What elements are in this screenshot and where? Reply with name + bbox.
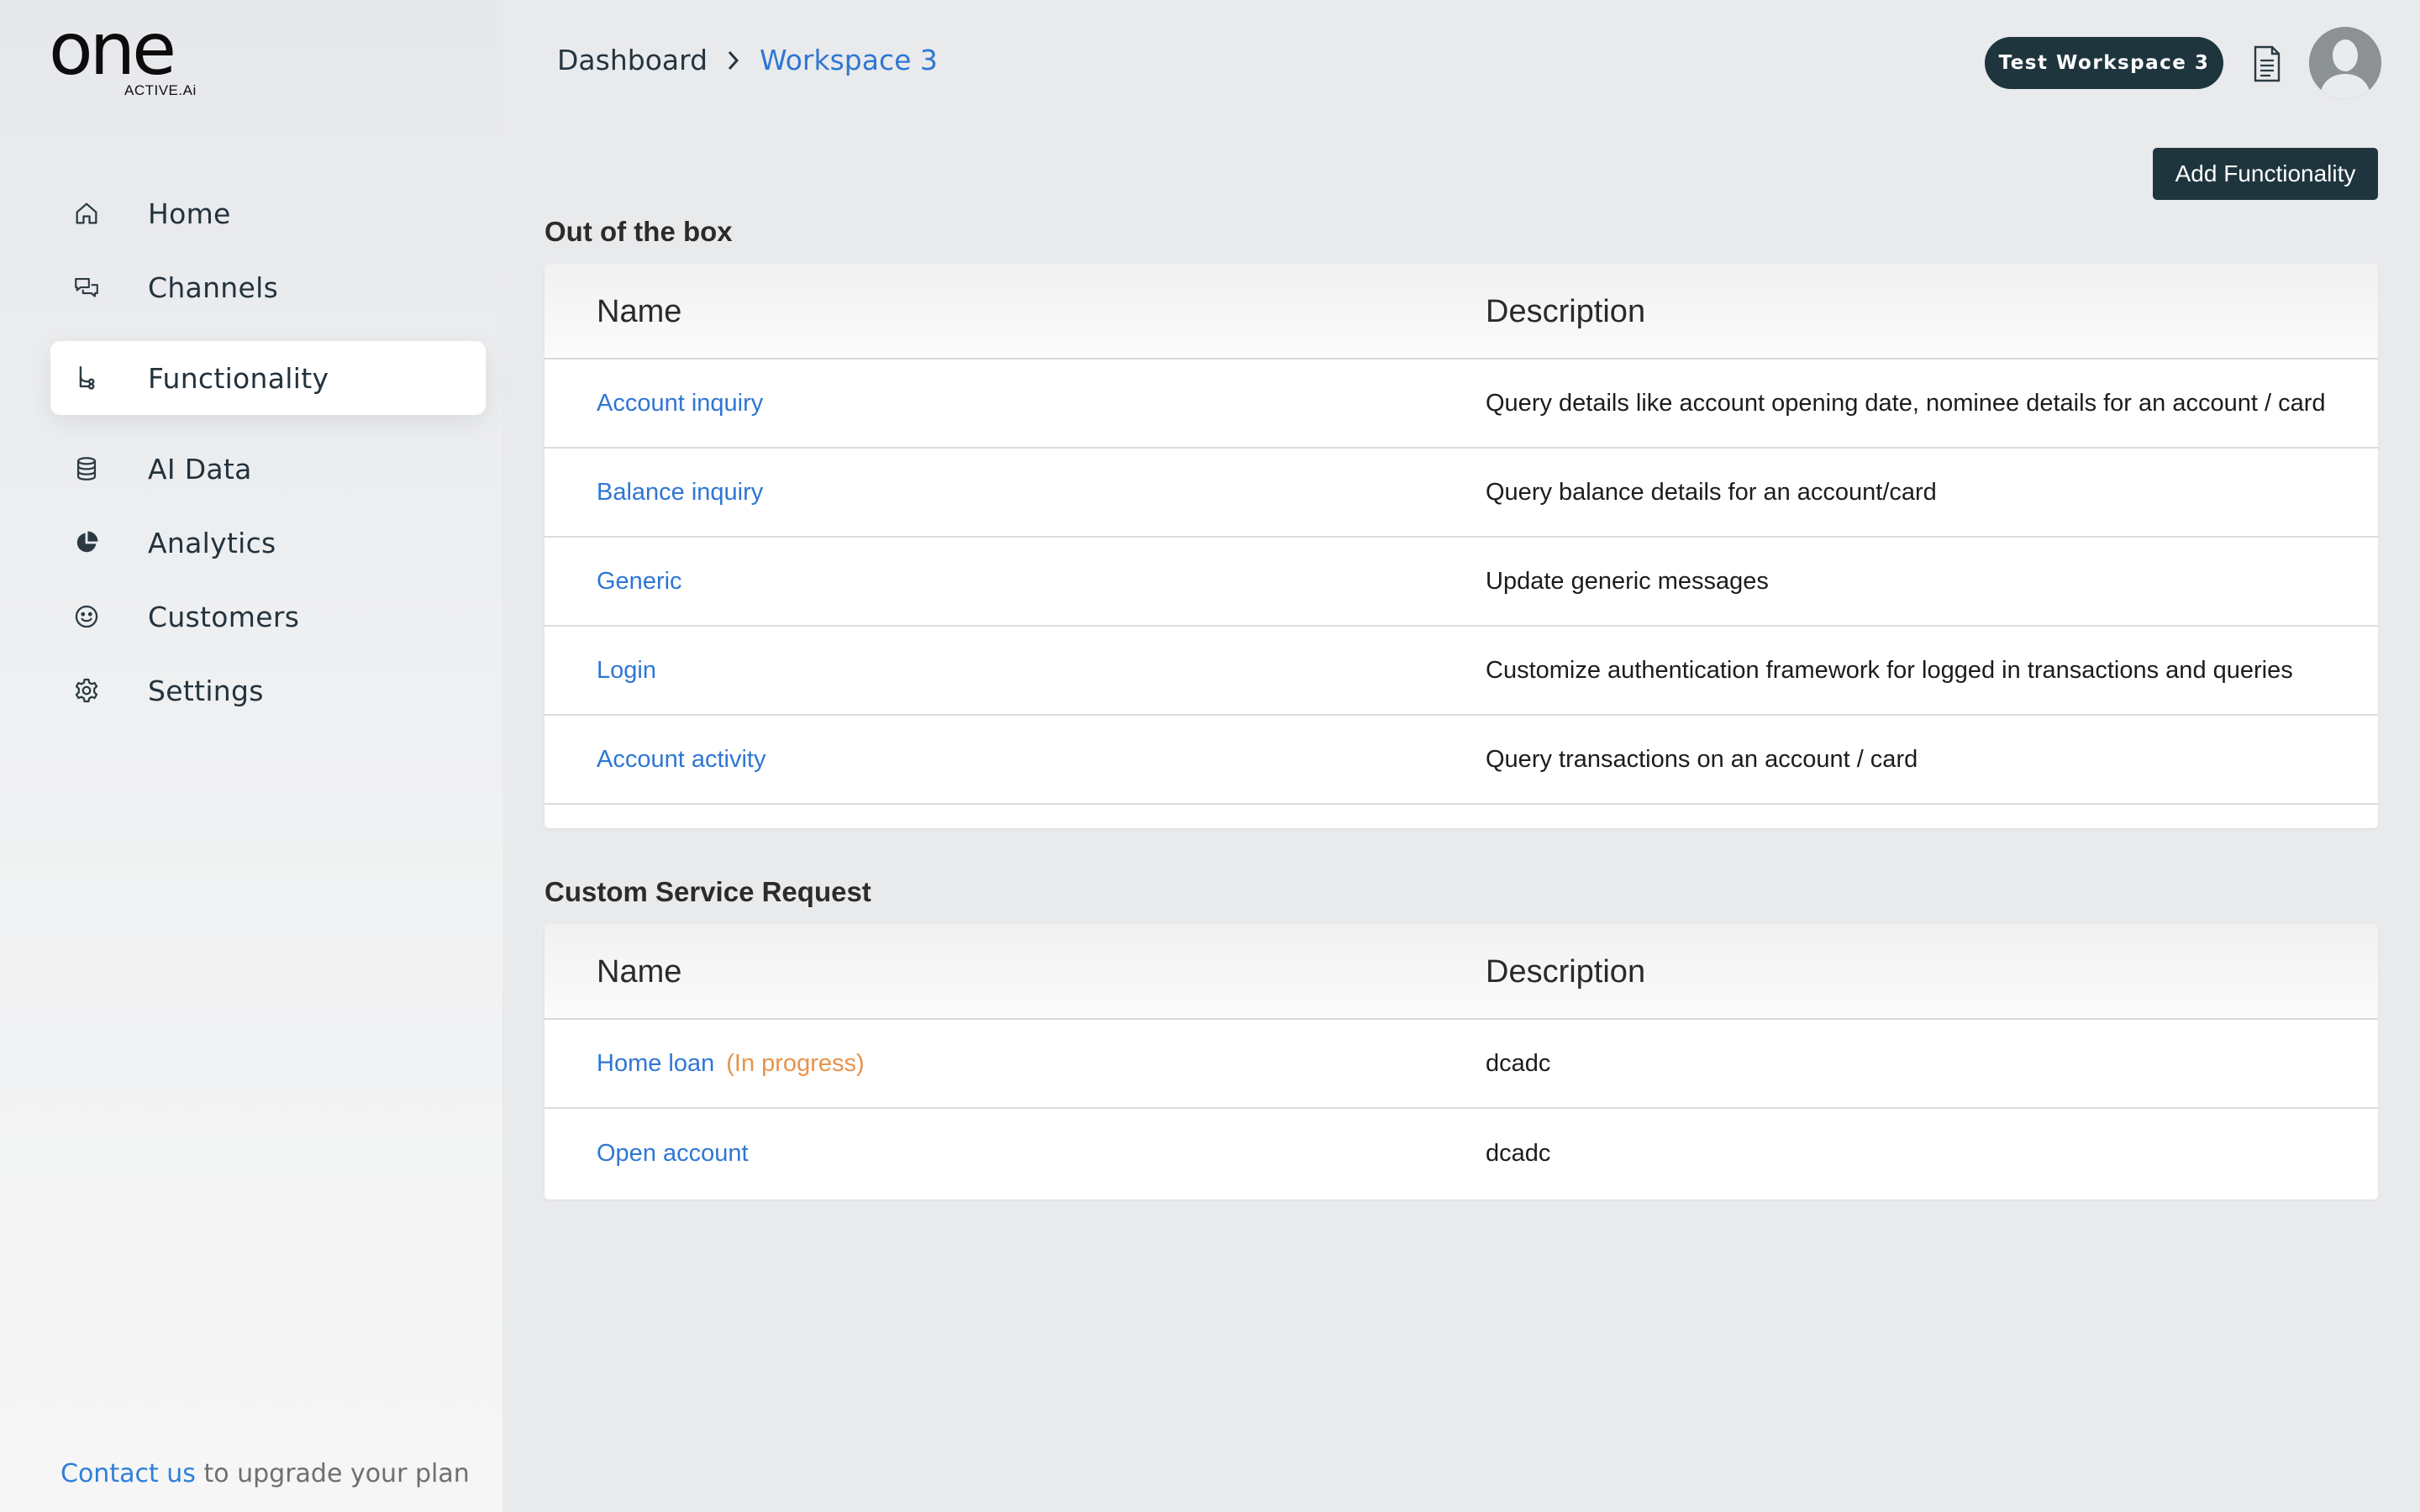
- sidebar-item-customers[interactable]: Customers: [50, 580, 486, 654]
- flow-icon: [69, 360, 104, 396]
- breadcrumb: Dashboard Workspace 3: [557, 44, 938, 76]
- upgrade-text: to upgrade your plan: [195, 1459, 470, 1488]
- column-header-name: Name: [597, 294, 682, 329]
- breadcrumb-dashboard[interactable]: Dashboard: [557, 44, 708, 76]
- logo[interactable]: one ACTIVE.Ai: [49, 13, 208, 99]
- row-name-link[interactable]: Home loan: [597, 1050, 714, 1077]
- row-description: Query transactions on an account / card: [1486, 745, 1918, 773]
- sidebar-item-channels[interactable]: Channels: [50, 250, 486, 324]
- row-description: Query balance details for an account/car…: [1486, 478, 1937, 506]
- sidebar-item-label: Home: [148, 197, 231, 230]
- breadcrumb-workspace: Workspace 3: [760, 44, 938, 76]
- row-description: Customize authentication framework for l…: [1486, 656, 2293, 684]
- contact-us-link[interactable]: Contact us: [60, 1459, 196, 1488]
- row-description: Update generic messages: [1486, 567, 1769, 595]
- chat-icon: [69, 270, 104, 305]
- app-root: one ACTIVE.Ai Home Channels Functionalit…: [0, 0, 2420, 1512]
- database-icon: [69, 451, 104, 486]
- row-name-link[interactable]: Account activity: [597, 746, 765, 774]
- custom-request-table: Name Description Home loan (In progress) …: [544, 924, 2378, 1200]
- row-description: dcadc: [1486, 1139, 1551, 1167]
- table-row: Balance inquiry Query balance details fo…: [544, 449, 2378, 538]
- status-badge: (In progress): [726, 1049, 865, 1077]
- sidebar-item-settings[interactable]: Settings: [50, 654, 486, 727]
- pie-chart-icon: [69, 525, 104, 560]
- logo-subtitle: ACTIVE.Ai: [124, 82, 197, 98]
- row-description: Query details like account opening date,…: [1486, 389, 2326, 417]
- sidebar-item-label: Functionality: [148, 361, 329, 395]
- sidebar-item-label: AI Data: [148, 452, 252, 486]
- sidebar: one ACTIVE.Ai Home Channels Functionalit…: [0, 0, 502, 1512]
- table-row: Generic Update generic messages: [544, 538, 2378, 627]
- column-header-description: Description: [1486, 294, 1646, 329]
- table-header: Name Description: [544, 924, 2378, 1020]
- sidebar-item-label: Customers: [148, 600, 300, 633]
- sidebar-item-home[interactable]: Home: [50, 176, 486, 250]
- table-row: Open account dcadc: [544, 1109, 2378, 1198]
- table-row: Account activity Query transactions on a…: [544, 716, 2378, 805]
- chevron-right-icon: [726, 49, 741, 72]
- out-of-box-table: Name Description Account inquiry Query d…: [544, 264, 2378, 828]
- row-name-link[interactable]: Account inquiry: [597, 390, 763, 417]
- gear-icon: [69, 673, 104, 708]
- smiley-icon: [69, 599, 104, 634]
- table-row: Home loan (In progress) dcadc: [544, 1020, 2378, 1109]
- sidebar-item-ai-data[interactable]: AI Data: [50, 432, 486, 506]
- sidebar-item-analytics[interactable]: Analytics: [50, 506, 486, 580]
- document-icon[interactable]: [2252, 45, 2282, 82]
- row-name-cell: Home loan (In progress): [597, 1050, 865, 1078]
- table-row: Login Customize authentication framework…: [544, 627, 2378, 716]
- sidebar-item-functionality[interactable]: Functionality: [50, 341, 486, 415]
- row-description: dcadc: [1486, 1049, 1551, 1077]
- upgrade-notice: Contact us to upgrade your plan: [60, 1459, 470, 1488]
- add-functionality-button[interactable]: Add Functionality: [2153, 148, 2378, 200]
- home-icon: [69, 196, 104, 231]
- row-name-link[interactable]: Generic: [597, 568, 682, 596]
- section-title-out-of-box: Out of the box: [544, 216, 733, 247]
- workspace-switcher[interactable]: Test Workspace 3: [1985, 37, 2223, 89]
- avatar[interactable]: [2309, 27, 2381, 99]
- sidebar-item-label: Analytics: [148, 526, 276, 559]
- column-header-description: Description: [1486, 954, 1646, 990]
- column-header-name: Name: [597, 954, 682, 990]
- row-name-link[interactable]: Login: [597, 657, 656, 685]
- table-row: Account inquiry Query details like accou…: [544, 360, 2378, 449]
- table-header: Name Description: [544, 264, 2378, 360]
- row-name-link[interactable]: Open account: [597, 1140, 749, 1168]
- sidebar-item-label: Settings: [148, 674, 264, 707]
- section-title-custom: Custom Service Request: [544, 876, 871, 907]
- row-name-link[interactable]: Balance inquiry: [597, 479, 763, 507]
- sidebar-item-label: Channels: [148, 270, 279, 304]
- logo-word: one: [49, 8, 176, 92]
